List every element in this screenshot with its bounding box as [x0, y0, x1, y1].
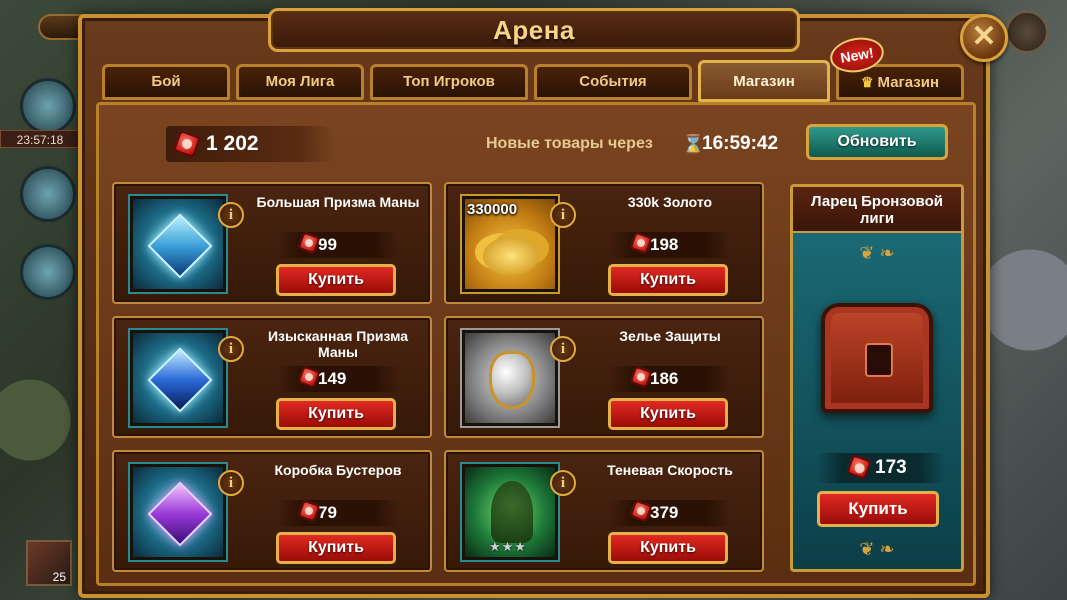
- quest-scroll-icon[interactable]: [20, 166, 76, 222]
- item-name: Изысканная Призма Маны: [267, 328, 409, 360]
- ornament-icon: ❦ ❧: [859, 539, 895, 559]
- shadow-speed-icon[interactable]: ★★★: [462, 464, 558, 560]
- booster-box-icon[interactable]: [130, 464, 226, 560]
- tab-events[interactable]: События: [534, 64, 692, 100]
- bronze-chest-icon[interactable]: [821, 303, 933, 413]
- info-icon[interactable]: i: [550, 336, 576, 362]
- defense-potion-icon[interactable]: [462, 330, 558, 426]
- item-name: 330k Золото: [627, 194, 713, 210]
- chest-title: Ларец Бронзовой лиги: [793, 187, 961, 233]
- gold-coins-icon[interactable]: 330000: [462, 196, 558, 292]
- chest-buy-button[interactable]: Купить: [817, 491, 939, 527]
- buy-button[interactable]: Купить: [608, 264, 728, 296]
- tab-top-players[interactable]: Топ Игроков: [370, 64, 528, 100]
- item-price: 198: [610, 231, 730, 258]
- arena-token-icon: [172, 129, 202, 159]
- arena-token-amount: 1 202: [206, 132, 259, 155]
- shop-topbar: 1 202 Новые товары через ⌛ 16:59:42 Обно…: [160, 124, 952, 164]
- buy-button[interactable]: Купить: [608, 532, 728, 564]
- close-button[interactable]: ✕: [960, 14, 1008, 62]
- shop-item-card: i Зелье Защиты 186 Купить: [444, 316, 764, 438]
- info-icon[interactable]: i: [550, 202, 576, 228]
- buy-button[interactable]: Купить: [276, 398, 396, 430]
- tab-battle[interactable]: Бой: [102, 64, 230, 100]
- hero-portrait-icon[interactable]: [20, 78, 76, 134]
- arena-token-icon: [846, 454, 872, 480]
- sword-item-icon[interactable]: 25: [26, 540, 72, 586]
- mana-prism-large-icon[interactable]: [130, 196, 226, 292]
- window-title: Арена: [268, 8, 800, 52]
- tab-bar: Бой Моя Лига Топ Игроков События Магазин…: [102, 60, 966, 102]
- info-icon[interactable]: i: [550, 470, 576, 496]
- hourglass-icon: ⌛: [682, 134, 705, 154]
- item-price: 99: [278, 231, 398, 258]
- item-price: 149: [278, 365, 398, 392]
- arena-token-balance: 1 202: [166, 126, 334, 162]
- buy-button[interactable]: Купить: [608, 398, 728, 430]
- shop-item-card: 330000 i 330k Золото 198 Купить: [444, 182, 764, 304]
- item-price: 186: [610, 365, 730, 392]
- shop-item-card: i Коробка Бустеров 79 Купить: [112, 450, 432, 572]
- settings-gear-icon[interactable]: [1005, 10, 1049, 54]
- item-name: Большая Призма Маны: [256, 194, 420, 210]
- new-items-timer: 16:59:42: [702, 133, 779, 154]
- shop-item-card: i Большая Призма Маны 99 Купить: [112, 182, 432, 304]
- info-icon[interactable]: i: [218, 336, 244, 362]
- new-items-label: Новые товары через: [486, 135, 653, 152]
- bronze-chest-panel: Ларец Бронзовой лиги ❦ ❧ 173 Купить ❦ ❧: [790, 184, 964, 572]
- shop-item-card: i Изысканная Призма Маны 149 Купить: [112, 316, 432, 438]
- info-icon[interactable]: i: [218, 202, 244, 228]
- shop-item-card: ★★★ i Теневая Скорость 379 Купить: [444, 450, 764, 572]
- item-price: 379: [610, 499, 730, 526]
- gold-amount-badge: 330000: [467, 201, 518, 218]
- chest-price: 173: [817, 453, 945, 483]
- ornament-icon: ❦ ❧: [859, 243, 895, 263]
- item-name: Теневая Скорость: [607, 462, 733, 478]
- item-name: Коробка Бустеров: [274, 462, 402, 478]
- background-hud: 1 841 230 23:57:18 25: [0, 0, 228, 600]
- refresh-button[interactable]: Обновить: [806, 124, 948, 160]
- chat-bubble-icon[interactable]: [20, 244, 76, 300]
- rarity-stars: ★★★: [489, 539, 527, 554]
- buy-button[interactable]: Купить: [276, 264, 396, 296]
- tab-shop[interactable]: Магазин: [698, 60, 830, 102]
- event-timer: 23:57:18: [0, 130, 80, 148]
- info-icon[interactable]: i: [218, 470, 244, 496]
- crown-icon: ♛: [860, 74, 874, 90]
- buy-button[interactable]: Купить: [276, 532, 396, 564]
- tab-crown-shop-label: Магазин: [877, 74, 940, 91]
- item-price: 79: [278, 499, 398, 526]
- mana-prism-exquisite-icon[interactable]: [130, 330, 226, 426]
- item-name: Зелье Защиты: [619, 328, 721, 344]
- tab-my-league[interactable]: Моя Лига: [236, 64, 364, 100]
